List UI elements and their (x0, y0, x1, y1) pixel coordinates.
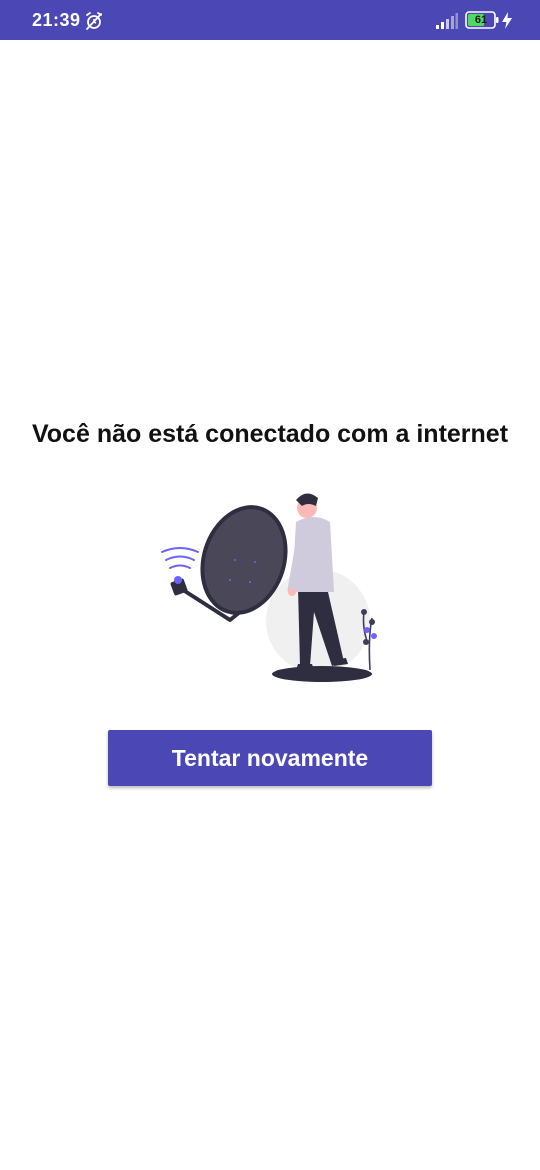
signal-icon (436, 13, 458, 29)
no-connection-screen: 21:39 61 Você não está conectado com a i… (0, 0, 540, 1170)
no-connection-message: Você não está conectado com a internet (31, 420, 509, 448)
retry-button[interactable]: Tentar novamente (108, 730, 432, 786)
status-time: 21:39 (32, 10, 81, 30)
person-with-satellite-dish-illustration (161, 493, 377, 682)
battery-level: 61 (474, 14, 488, 26)
wifi-icon (161, 547, 199, 569)
charging-icon (502, 12, 512, 29)
status-bar: 21:39 61 (0, 0, 540, 40)
alarm-off-icon (86, 12, 102, 30)
ground-shadow (272, 666, 372, 682)
